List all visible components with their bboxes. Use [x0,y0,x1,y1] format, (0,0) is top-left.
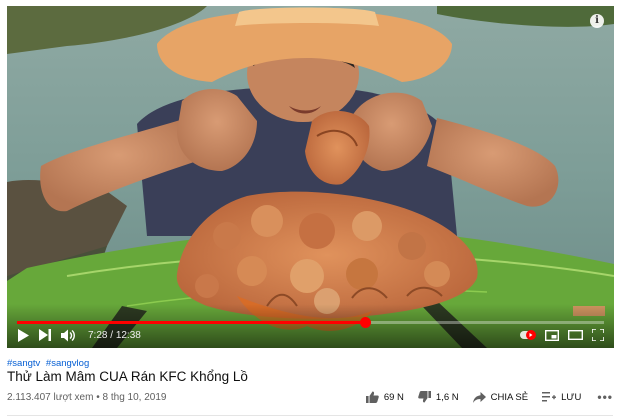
dislike-icon [418,391,431,403]
like-icon [365,391,379,403]
more-icon[interactable]: ••• [597,390,613,404]
info-icon[interactable]: i [590,14,604,28]
next-icon[interactable] [39,326,51,344]
current-time: 7:28 [88,329,108,341]
share-button[interactable]: CHIA SẺ [472,391,529,403]
autoplay-icon[interactable] [520,326,536,344]
duration: 12:38 [115,329,141,341]
hashtag-link[interactable]: #sangvlog [46,358,89,369]
like-button[interactable]: 69 N [365,391,404,403]
like-count: 69 N [383,391,404,403]
theater-icon[interactable] [568,326,583,344]
hashtag-link[interactable]: #sangtv [7,358,40,369]
action-bar: 69 N 1,6 N CHIA SẺ LƯU ••• [352,390,613,404]
video-frame [7,6,614,348]
fullscreen-icon[interactable] [592,326,604,344]
upload-date: 8 thg 10, 2019 [102,392,167,403]
dislike-count: 1,6 N [435,391,459,403]
hashtags: #sangtv #sangvlog [7,358,92,369]
share-label: CHIA SẺ [490,391,529,403]
time-display: 7:28 / 12:38 [88,330,141,341]
progress-fill [17,321,365,324]
share-icon [472,391,486,403]
volume-icon[interactable] [61,326,76,344]
dislike-button[interactable]: 1,6 N [418,391,459,403]
save-button[interactable]: LƯU [542,392,581,403]
video-player[interactable]: i 7:28 / 12:38 [7,6,614,348]
view-count: 2.113.407 lượt xem [7,392,94,403]
control-bar: 7:28 / 12:38 [17,326,604,344]
miniplayer-icon[interactable] [545,326,559,344]
play-icon[interactable] [17,326,29,344]
progress-bar[interactable] [17,317,604,328]
save-label: LƯU [561,391,582,403]
save-icon [542,392,557,402]
video-meta: 2.113.407 lượt xem • 8 thg 10, 2019 [7,392,166,403]
meta-separator: • [96,392,100,403]
video-title: Thử Làm Mâm CUA Rán KFC Khổng Lồ [7,369,248,384]
